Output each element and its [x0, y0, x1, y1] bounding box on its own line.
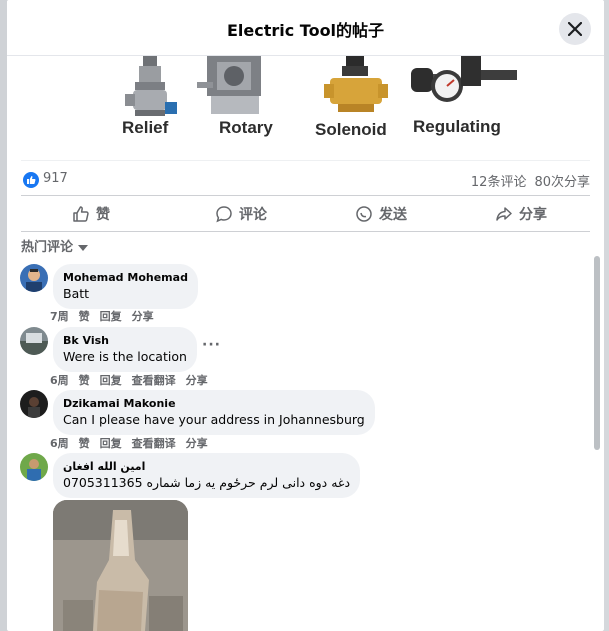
post-dialog: Electric Tool的帖子 Relief Rotary Solenoid …	[7, 0, 604, 631]
regulating-valve-image: Regulating	[407, 56, 527, 146]
engagement-counts: 12条评论 80次分享	[463, 171, 590, 190]
avatar[interactable]	[20, 453, 48, 481]
dialog-header: Electric Tool的帖子	[7, 0, 604, 56]
comment-icon	[216, 206, 232, 223]
comment-author[interactable]: امین الله افغان	[63, 460, 350, 474]
comment-like-link[interactable]: 赞	[79, 310, 90, 323]
comment-button[interactable]: 评论	[171, 196, 311, 232]
comment-translate-link[interactable]: 查看翻译	[132, 437, 176, 450]
comment-bubble: Bk Vish Were is the location	[53, 327, 197, 372]
relief-valve-image: Relief	[115, 56, 185, 146]
comment-text: Can I please have your address in Johann…	[63, 412, 365, 427]
share-icon	[496, 207, 512, 221]
background-left	[0, 0, 7, 631]
comment-meta: 6周赞回复 查看翻译 分享	[50, 435, 218, 451]
caret-down-icon	[78, 244, 89, 251]
like-count[interactable]: 917	[43, 171, 68, 186]
share-count[interactable]: 80次分享	[534, 175, 590, 190]
comment-attached-photo[interactable]	[53, 500, 188, 631]
comment-time[interactable]: 6周	[50, 437, 69, 450]
dialog-title: Electric Tool的帖子	[226, 21, 385, 40]
comment-bubble: Dzikamai Makonie Can I please have your …	[53, 390, 375, 435]
comment-label: 评论	[239, 207, 267, 223]
comment-like-link[interactable]: 赞	[79, 374, 90, 387]
send-button[interactable]: 发送	[311, 196, 451, 232]
comment-translate-link[interactable]: 查看翻译	[132, 374, 176, 387]
comment-author[interactable]: Dzikamai Makonie	[63, 397, 365, 411]
more-options-button[interactable]: ···	[202, 337, 221, 353]
like-reaction-icon[interactable]	[23, 172, 39, 188]
comment-count[interactable]: 12条评论	[471, 175, 527, 190]
close-button[interactable]	[559, 13, 591, 45]
comment-sort-dropdown[interactable]: 热门评论	[21, 236, 89, 255]
avatar[interactable]	[20, 264, 48, 292]
solenoid-valve-image: Solenoid	[312, 56, 402, 146]
scrollbar-thumb[interactable]	[594, 256, 600, 450]
comment-like-link[interactable]: 赞	[79, 437, 90, 450]
avatar[interactable]	[20, 327, 48, 355]
share-label: 分享	[519, 207, 547, 223]
comment-reply-link[interactable]: 回复	[100, 310, 122, 323]
messenger-icon	[356, 206, 372, 222]
comment-meta: 6周赞回复 查看翻译 分享	[50, 372, 218, 388]
comment-text: Batt	[63, 286, 90, 301]
like-label: 赞	[96, 207, 110, 223]
comment-time[interactable]: 6周	[50, 374, 69, 387]
comment-share-link[interactable]: 分享	[186, 437, 208, 450]
avatar[interactable]	[20, 390, 48, 418]
comment-author[interactable]: Mohemad Mohemad	[63, 271, 188, 285]
post-actions: 赞 评论 发送 分享	[21, 196, 590, 232]
share-button[interactable]: 分享	[451, 196, 591, 232]
comment-author[interactable]: Bk Vish	[63, 334, 187, 348]
product-label-solenoid: Solenoid	[315, 120, 387, 139]
product-label-regulating: Regulating	[413, 117, 501, 136]
thumbs-up-icon	[73, 206, 89, 222]
sort-label: 热门评论	[21, 240, 74, 255]
comment-text: دغه دوه دانی لرم حرځوم یه زما شماره 0705…	[63, 475, 351, 490]
comment-bubble: Mohemad Mohemad Batt	[53, 264, 198, 309]
comment-bubble: امین الله افغان دغه دوه دانی لرم حرځوم ی…	[53, 453, 361, 498]
product-label-relief: Relief	[122, 118, 169, 137]
reactions-summary: 917 12条评论 80次分享	[21, 160, 590, 196]
like-button[interactable]: 赞	[21, 196, 161, 232]
comment-reply-link[interactable]: 回复	[100, 374, 122, 387]
send-label: 发送	[379, 207, 407, 223]
background-right	[604, 0, 609, 631]
product-label-rotary: Rotary	[219, 118, 273, 137]
comment-time[interactable]: 7周	[50, 310, 69, 323]
comment-reply-link[interactable]: 回复	[100, 437, 122, 450]
close-icon	[568, 22, 582, 36]
comment-share-link[interactable]: 分享	[186, 374, 208, 387]
comment-text: Were is the location	[63, 349, 187, 364]
rotary-valve-image: Rotary	[197, 56, 287, 146]
post-image[interactable]: Relief Rotary Solenoid Regulating	[7, 56, 604, 160]
comment-meta: 7周赞回复 分享	[50, 308, 164, 324]
comment-share-link[interactable]: 分享	[132, 310, 154, 323]
